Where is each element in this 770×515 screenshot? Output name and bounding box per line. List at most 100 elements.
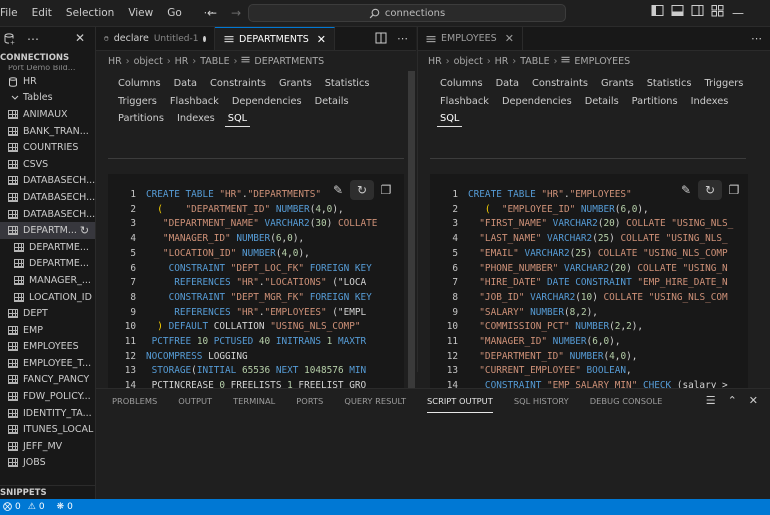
subtab-constraints[interactable]: Constraints [532, 78, 588, 89]
subtab-flashback[interactable]: Flashback [440, 96, 489, 107]
subtab-sql[interactable]: SQL [436, 113, 463, 128]
subtab-triggers[interactable]: Triggers [705, 78, 744, 89]
more-actions-icon[interactable]: ⋯ [26, 30, 40, 48]
menu-selection[interactable]: Selection [66, 7, 122, 19]
tree-item[interactable]: DEPARTM... ↻ [0, 222, 95, 239]
subtab-sql[interactable]: SQL [224, 113, 251, 128]
edit-pencil-icon[interactable]: ✎ [326, 180, 350, 200]
tree-item[interactable]: EMPLOYEES [0, 339, 95, 356]
subtab-flashback[interactable]: Flashback [170, 96, 219, 107]
menu-go[interactable]: Go [167, 7, 190, 19]
refresh-icon[interactable]: ↻ [698, 180, 722, 200]
subtab-dependencies[interactable]: Dependencies [232, 96, 302, 107]
subtab-statistics[interactable]: Statistics [647, 78, 692, 89]
panel-tab-problems[interactable]: PROBLEMS [112, 389, 157, 413]
menu-file[interactable]: File [0, 7, 26, 19]
tree-item[interactable]: MANAGER_... [0, 272, 95, 289]
tree-item[interactable]: ANIMAUX [0, 106, 95, 123]
tree-item[interactable]: DEPARTME... [0, 256, 95, 273]
subtab-indexes[interactable]: Indexes [691, 96, 729, 107]
breadcrumb-item[interactable]: HR [428, 56, 442, 67]
vertical-scrollbar[interactable] [408, 71, 415, 401]
database-explorer-icon[interactable]: + [4, 33, 16, 45]
subtab-details[interactable]: Details [585, 96, 619, 107]
more-editor-actions-icon[interactable]: ⋯ [751, 32, 762, 45]
sql-code-right[interactable]: 1 CREATE TABLE "HR"."EMPLOYEES" 2 ( "EMPLO… [430, 188, 734, 394]
arrow-left-icon[interactable]: ← [203, 4, 221, 22]
breadcrumb-item[interactable]: object [134, 56, 163, 67]
tab-departments[interactable]: DEPARTMENTS ✕ [215, 27, 336, 50]
toggle-panel-icon[interactable] [671, 4, 684, 17]
maximize-panel-icon[interactable]: ⌃ [728, 394, 737, 407]
subtab-partitions[interactable]: Partitions [118, 113, 164, 124]
breadcrumb-item[interactable]: TABLE [520, 56, 549, 67]
close-tab-icon[interactable]: ✕ [505, 32, 514, 45]
tree-item[interactable]: JEFF_MV [0, 438, 95, 455]
tree-item[interactable]: DATABASECH... [0, 189, 95, 206]
breadcrumb-item[interactable]: TABLE [200, 56, 229, 67]
panel-tab-ports[interactable]: PORTS [296, 389, 323, 413]
sql-code-panel-right[interactable]: 1 CREATE TABLE "HR"."EMPLOYEES" 2 ( "EMPLO… [430, 174, 748, 400]
sql-code-left[interactable]: 1 CREATE TABLE "HR"."DEPARTMENTS" 2 ( "DEP… [108, 188, 378, 400]
tree-item[interactable]: COUNTRIES [0, 139, 95, 156]
arrow-right-icon[interactable]: → [227, 4, 245, 22]
tree-item[interactable]: DATABASECH... [0, 173, 95, 190]
subtab-constraints[interactable]: Constraints [210, 78, 266, 89]
breadcrumb-item[interactable]: EMPLOYEES [574, 56, 630, 67]
tree-item[interactable]: Tables [0, 90, 95, 107]
subtab-indexes[interactable]: Indexes [177, 113, 215, 124]
tree-item[interactable]: DATABASECH... [0, 206, 95, 223]
tree-item[interactable]: ITUNES_LOCAL [0, 421, 95, 438]
panel-tab-output[interactable]: OUTPUT [178, 389, 212, 413]
copy-icon[interactable]: ❐ [374, 180, 398, 200]
subtab-columns[interactable]: Columns [118, 78, 161, 89]
breadcrumb-item[interactable]: DEPARTMENTS [254, 56, 324, 67]
errors-status[interactable]: ⨂ 0 ⚠ 0 [3, 502, 45, 512]
panel-tab-terminal[interactable]: TERMINAL [233, 389, 275, 413]
sql-code-panel-left[interactable]: 1 CREATE TABLE "HR"."DEPARTMENTS" 2 ( "DEP… [108, 174, 404, 400]
subtab-details[interactable]: Details [315, 96, 349, 107]
panel-tab-debug-console[interactable]: DEBUG CONSOLE [590, 389, 663, 413]
tab-declare[interactable]: declare Untitled-1 [96, 27, 215, 50]
close-panel-icon[interactable]: ✕ [749, 394, 758, 407]
breadcrumb-item[interactable]: HR [175, 56, 189, 67]
subtab-partitions[interactable]: Partitions [632, 96, 678, 107]
tree-item[interactable]: CSVS [0, 156, 95, 173]
tree-item[interactable]: DEPARTME... [0, 239, 95, 256]
panel-menu-icon[interactable]: ☰ [706, 394, 716, 407]
toggle-secondary-sidebar-icon[interactable] [691, 4, 704, 17]
subtab-statistics[interactable]: Statistics [325, 78, 370, 89]
tree-item[interactable]: JOBS [0, 455, 95, 472]
more-editor-actions-icon[interactable]: ⋯ [397, 32, 408, 45]
command-center[interactable]: connections [248, 4, 566, 22]
edit-pencil-icon[interactable]: ✎ [674, 180, 698, 200]
connections-section-title[interactable]: CONNECTIONS [0, 51, 95, 65]
tab-employees[interactable]: EMPLOYEES ✕ [418, 27, 523, 50]
tree-item[interactable]: FDW_POLICY... [0, 388, 95, 405]
refresh-icon[interactable]: ↻ [350, 180, 374, 200]
tree-item[interactable]: EMPLOYEE_T... [0, 355, 95, 372]
close-sidebar-icon[interactable]: ✕ [75, 31, 85, 45]
menu-edit[interactable]: Edit [32, 7, 60, 19]
close-tab-icon[interactable]: ✕ [317, 33, 326, 46]
tree-item[interactable]: IDENTITY_TA... [0, 405, 95, 422]
tree-item[interactable]: BANK_TRAN... [0, 123, 95, 140]
toggle-primary-sidebar-icon[interactable] [651, 4, 664, 17]
minimize-icon[interactable]: — [731, 4, 745, 22]
tree-item[interactable]: DEPT [0, 305, 95, 322]
panel-tab-sql-history[interactable]: SQL HISTORY [514, 389, 569, 413]
tree-item[interactable]: LOCATION_ID [0, 289, 95, 306]
subtab-triggers[interactable]: Triggers [118, 96, 157, 107]
tree-item[interactable]: HR [0, 73, 95, 90]
breadcrumb-item[interactable]: object [454, 56, 483, 67]
panel-tab-query-result[interactable]: QUERY RESULT [344, 389, 406, 413]
clipped-tree-item[interactable]: Port Demo Bild... [0, 65, 95, 73]
customize-layout-icon[interactable] [711, 4, 724, 17]
snippets-section-title[interactable]: SNIPPETS [0, 485, 95, 499]
breadcrumb-item[interactable]: HR [495, 56, 509, 67]
tree-item[interactable]: FANCY_PANCY [0, 372, 95, 389]
split-editor-icon[interactable] [375, 32, 387, 44]
subtab-grants[interactable]: Grants [601, 78, 634, 89]
copy-icon[interactable]: ❐ [722, 180, 746, 200]
panel-tab-script-output[interactable]: SCRIPT OUTPUT [427, 389, 493, 413]
